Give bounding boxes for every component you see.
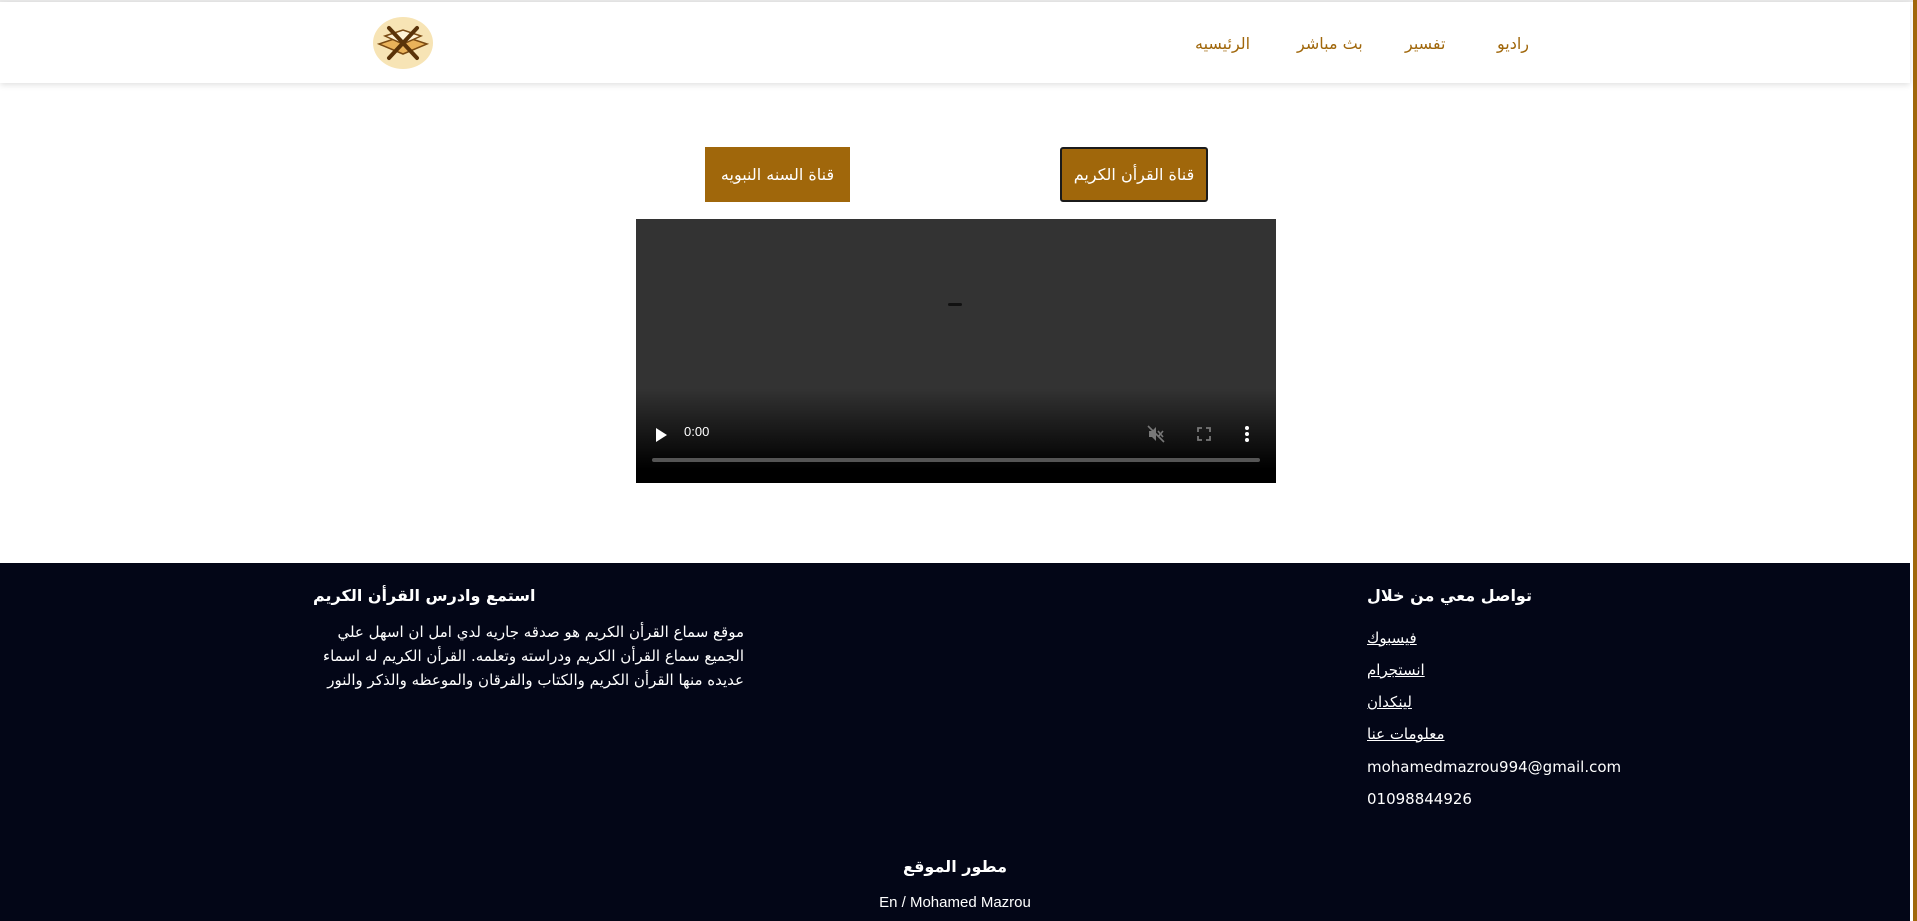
contact-title: تواصل معي من خلال: [1367, 586, 1532, 605]
about-text: موقع سماع القرأن الكريم هو صدقه جاريه لد…: [323, 623, 744, 689]
play-icon[interactable]: [656, 428, 667, 442]
facebook-link[interactable]: فيسبوك: [1367, 629, 1417, 647]
nav-item-tafsir[interactable]: تفسير: [1405, 34, 1445, 53]
about-title: استمع وادرس القرأن الكريم: [313, 586, 536, 605]
page-scrollbar[interactable]: [1913, 0, 1917, 921]
nav-item-home[interactable]: الرئيسيه: [1195, 34, 1250, 53]
instagram-link[interactable]: انستجرام: [1367, 661, 1425, 679]
video-progress-bar[interactable]: [652, 458, 1260, 462]
nav-item-live[interactable]: بث مباشر: [1297, 34, 1363, 53]
video-controls-gradient: [636, 388, 1276, 483]
about-us-link[interactable]: معلومات عنا: [1367, 725, 1445, 743]
quran-channel-button[interactable]: قناة القرأن الكريم: [1060, 147, 1208, 202]
fullscreen-icon[interactable]: [1194, 424, 1214, 444]
nav-item-radio[interactable]: راديو: [1497, 34, 1529, 53]
quran-logo-icon[interactable]: [369, 14, 437, 72]
loading-indicator: [948, 303, 962, 306]
video-player[interactable]: 0:00: [636, 219, 1276, 483]
navbar: راديو تفسير بث مباشر الرئيسيه: [0, 2, 1910, 83]
video-time: 0:00: [684, 424, 710, 439]
footer: استمع وادرس القرأن الكريم موقع سماع القر…: [0, 563, 1910, 921]
sunna-channel-button[interactable]: قناة السنه النبويه: [705, 147, 850, 202]
more-options-icon[interactable]: [1239, 424, 1255, 444]
mute-icon[interactable]: [1146, 424, 1166, 444]
contact-email: mohamedmazrou994@gmail.com: [1367, 758, 1622, 776]
linkedin-link[interactable]: لينكدان: [1367, 693, 1412, 711]
developer-title: مطور الموقع: [903, 857, 1007, 876]
contact-phone: 01098844926: [1367, 790, 1472, 808]
developer-name: En / Mohamed Mazrou: [879, 894, 1031, 911]
